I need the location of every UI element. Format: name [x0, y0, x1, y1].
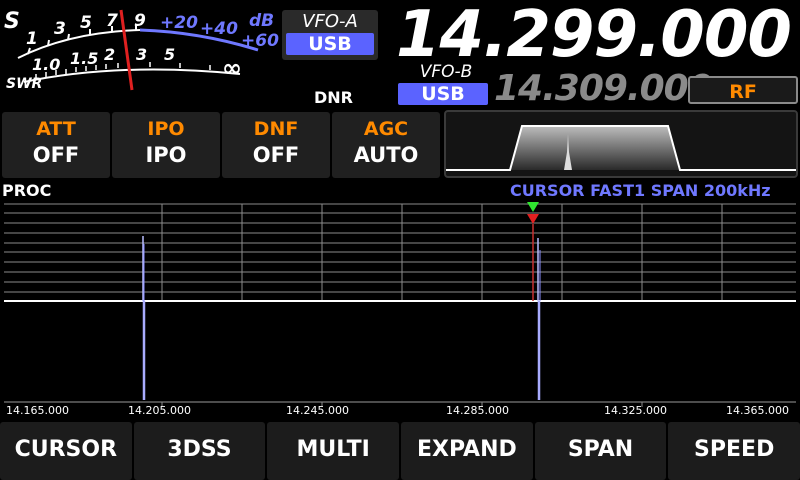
- agc-name: AGC: [363, 118, 409, 140]
- swr-scale-3: 3: [136, 45, 147, 64]
- ipo-button[interactable]: IPO IPO: [112, 112, 220, 178]
- dnr-label: DNR: [314, 88, 353, 107]
- scope-freq-label-2: 14.205.000: [128, 404, 191, 417]
- vfo-b-mode[interactable]: USB: [398, 83, 488, 105]
- expand-softkey[interactable]: EXPAND: [401, 422, 533, 480]
- s-meter: S 1 3 5 7 9 +20 +40 dB +60 SWR 1.0 1.5 2…: [4, 9, 279, 92]
- vfo-a-label: VFO-A: [302, 11, 358, 32]
- s-label: S: [4, 9, 20, 34]
- swr-scale-1-0: 1.0: [32, 55, 60, 74]
- att-value: OFF: [32, 143, 80, 167]
- vfo-b-frequency[interactable]: 14.309.000: [494, 68, 713, 109]
- swr-scale-1-5: 1.5: [70, 49, 98, 68]
- speed-softkey[interactable]: SPEED: [668, 422, 800, 480]
- db-scale-20: +20: [160, 13, 198, 33]
- scope-freq-label-6: 14.365.000: [726, 404, 789, 417]
- agc-button[interactable]: AGC AUTO: [332, 112, 440, 178]
- scope-freq-label-1: 14.165.000: [6, 404, 69, 417]
- swr-scale-2: 2: [104, 45, 115, 64]
- meter-needle: [119, 9, 134, 91]
- dnf-button[interactable]: DNF OFF: [222, 112, 330, 178]
- vfo-b-label: VFO-B: [419, 62, 473, 82]
- softkey-bar: CURSOR 3DSS MULTI EXPAND SPAN SPEED: [0, 422, 800, 480]
- spectrum-scope[interactable]: 14.165.000 14.205.000 14.245.000 14.285.…: [0, 200, 800, 418]
- swr-scale-5: 5: [164, 45, 175, 64]
- filter-passband-display[interactable]: [444, 110, 798, 178]
- dnf-value: OFF: [252, 143, 300, 167]
- rf-power-button[interactable]: RF POWER: [688, 76, 798, 131]
- vfo-a-badge[interactable]: VFO-A USB: [282, 10, 378, 60]
- spectrum-trace-signal-1: [142, 236, 146, 400]
- ipo-value: IPO: [145, 143, 187, 167]
- scope-cursor-info: CURSOR FAST1 SPAN 200kHz: [510, 181, 771, 200]
- passband-shape: [446, 125, 796, 171]
- agc-value: AUTO: [353, 143, 419, 167]
- s-scale-1: 1: [26, 29, 38, 49]
- multi-softkey[interactable]: MULTI: [267, 422, 400, 480]
- scope-freq-label-4: 14.285.000: [446, 404, 509, 417]
- span-softkey[interactable]: SPAN: [534, 422, 667, 480]
- cursor-softkey[interactable]: CURSOR: [0, 422, 132, 480]
- scope-freq-label-5: 14.325.000: [604, 404, 667, 417]
- swr-scale-infinity: ∞: [222, 54, 242, 82]
- passband-graphic: [446, 125, 796, 171]
- scope-freq-label-3: 14.245.000: [286, 404, 349, 417]
- s-scale-3: 3: [54, 19, 66, 39]
- db-label: dB: [249, 11, 274, 31]
- att-button[interactable]: ATT OFF: [2, 112, 110, 178]
- proc-label: PROC: [2, 181, 52, 200]
- swr-label: SWR: [6, 76, 42, 92]
- vfo-a-mode[interactable]: USB: [286, 33, 374, 55]
- dnf-name: DNF: [253, 118, 299, 140]
- scope-grid: [4, 203, 796, 300]
- cursor-green-triangle: [527, 202, 539, 212]
- att-name: ATT: [36, 118, 76, 140]
- function-panel: ATT OFF IPO IPO DNF OFF AGC AUTO: [2, 112, 440, 178]
- 3dss-softkey[interactable]: 3DSS: [133, 422, 266, 480]
- ipo-name: IPO: [147, 118, 185, 140]
- waterfall-tick-marks: [161, 402, 643, 407]
